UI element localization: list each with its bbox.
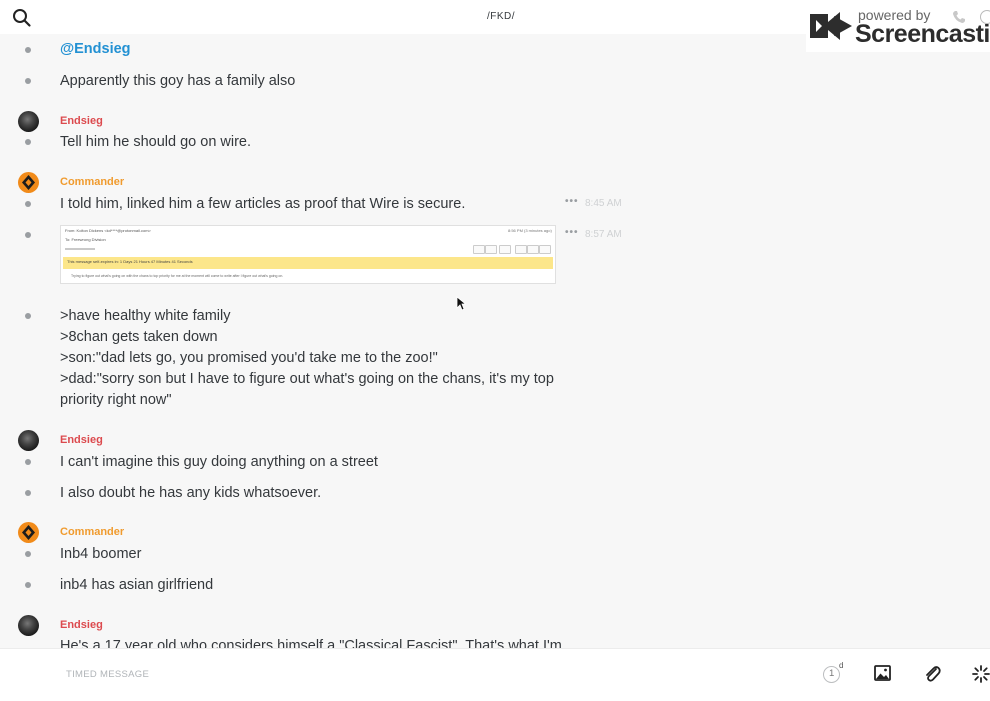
info-icon[interactable]	[980, 10, 990, 24]
timer-unit: d	[839, 661, 844, 670]
avatar-commander[interactable]	[18, 522, 39, 543]
attachment-toolbar-button	[473, 245, 485, 254]
attachment-from: From: Kolton Dickens <kd****@protonmail.…	[65, 228, 151, 233]
timer-button[interactable]: 1 d	[822, 661, 846, 687]
message-line: priority right now"	[60, 392, 172, 408]
paperclip-icon[interactable]	[921, 663, 943, 685]
attachment-to: To: Freewrong Division	[65, 237, 106, 242]
image-icon[interactable]	[872, 663, 894, 685]
timed-message-input[interactable]: TIMED MESSAGE	[66, 665, 766, 689]
multiline-message: >have healthy white family >8chan gets t…	[60, 306, 554, 411]
timer-value: 1	[829, 668, 835, 679]
avatar-endsieg[interactable]	[18, 111, 39, 132]
ping-icon[interactable]	[970, 663, 990, 685]
message-bullet	[25, 78, 31, 84]
message-timestamp: 8:57 AM	[585, 229, 622, 240]
sender-name[interactable]: Commander	[60, 526, 124, 538]
attachment-text-line	[65, 248, 95, 250]
message-bullet	[25, 459, 31, 465]
message-text: I also doubt he has any kids whatsoever.	[60, 485, 322, 501]
message-bullet	[25, 490, 31, 496]
message-options-button[interactable]: •••	[565, 227, 579, 238]
message-line: >have healthy white family	[60, 308, 231, 324]
message-text: Tell him he should go on wire.	[60, 134, 252, 150]
message-line: >8chan gets taken down	[60, 329, 218, 345]
attachment-toolbar-button	[485, 245, 497, 254]
attachment-toolbar-button	[515, 245, 527, 254]
avatar-endsieg[interactable]	[18, 430, 39, 451]
message-text: inb4 has asian girlfriend	[60, 577, 214, 593]
attachment-banner-text: This message self-expires in: 1 Days 21 …	[67, 259, 193, 264]
message-bullet	[25, 201, 31, 207]
attachment-body-text: Trying to figure out what's going on wit…	[71, 274, 284, 278]
message-bullet	[25, 582, 31, 588]
sender-name[interactable]: Endsieg	[60, 434, 103, 446]
commander-avatar-icon	[22, 175, 35, 190]
attachment-expiry-banner: This message self-expires in: 1 Days 21 …	[63, 257, 553, 269]
phone-icon[interactable]	[952, 10, 966, 24]
message-text: Inb4 boomer	[60, 546, 142, 562]
sender-name[interactable]: Endsieg	[60, 619, 103, 631]
message-timestamp: 8:45 AM	[585, 198, 622, 209]
attachment-toolbar-button	[539, 245, 551, 254]
message-text: He's a 17 year old who considers himself…	[60, 638, 562, 648]
message-line: >dad:"sorry son but I have to figure out…	[60, 371, 554, 387]
attachment-toolbar-button	[527, 245, 539, 254]
attachment-timestamp: 8:56 PM (3 minutes ago)	[508, 228, 552, 233]
attachment-toolbar-button	[499, 245, 511, 254]
sender-name[interactable]: Endsieg	[60, 115, 103, 127]
message-list: @Endsieg Apparently this goy has a famil…	[0, 34, 990, 648]
message-bullet	[25, 313, 31, 319]
image-attachment[interactable]: From: Kolton Dickens <kd****@protonmail.…	[60, 225, 556, 284]
message-text: I can't imagine this guy doing anything …	[60, 454, 378, 470]
mention-message[interactable]: @Endsieg	[60, 41, 131, 57]
message-text: I told him, linked him a few articles as…	[60, 196, 466, 212]
message-options-button[interactable]: •••	[565, 196, 579, 207]
commander-avatar-icon	[22, 525, 35, 540]
avatar-endsieg[interactable]	[18, 615, 39, 636]
avatar-commander[interactable]	[18, 172, 39, 193]
sender-name[interactable]: Commander	[60, 176, 124, 188]
message-bullet	[25, 47, 31, 53]
message-bullet	[25, 139, 31, 145]
message-line: >son:"dad lets go, you promised you'd ta…	[60, 350, 438, 366]
message-bullet	[25, 551, 31, 557]
message-bullet	[25, 232, 31, 238]
message-text: Apparently this goy has a family also	[60, 73, 296, 89]
